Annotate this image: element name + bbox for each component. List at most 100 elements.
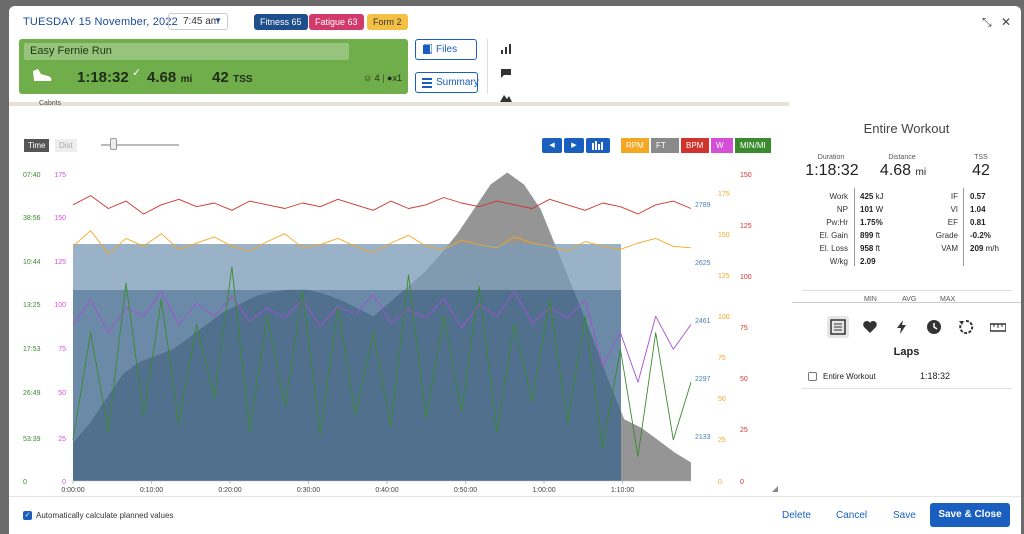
- fatigue-badge: Fatigue 63: [309, 14, 364, 30]
- kpi-duration-value: 1:18:32: [805, 162, 859, 179]
- resize-handle-icon[interactable]: [772, 486, 778, 492]
- heart-rate-tick-label: 100: [740, 274, 752, 281]
- auto-calc-checkbox[interactable]: ✓: [23, 511, 32, 520]
- pace-tick-label: 53:39: [23, 436, 41, 443]
- save-close-button[interactable]: Save & Close: [930, 503, 1010, 527]
- workout-date: TUESDAY 15 November, 2022: [23, 16, 179, 28]
- metric-row-right: EF 0.81: [792, 218, 1021, 231]
- clock-icon[interactable]: [923, 316, 945, 338]
- time-select[interactable]: 7:45 am ▼: [168, 13, 228, 30]
- window-controls: ⤡ ✕: [976, 15, 1011, 30]
- kpi-tss-value: 42: [972, 162, 990, 179]
- metric-label: W/kg: [829, 257, 848, 266]
- files-button[interactable]: Files: [415, 39, 477, 60]
- kpi-duration-label: Duration: [817, 154, 845, 161]
- workout-title-input[interactable]: Easy Fernie Run: [24, 43, 349, 60]
- metric-value: 0.57: [970, 192, 986, 201]
- check-icon: ✓: [24, 512, 31, 519]
- metric-row-right: VAM 209 m/h: [792, 244, 1021, 257]
- metrics-divider: [854, 188, 855, 266]
- metric-label: IF: [950, 192, 958, 201]
- metric-label: VAM: [941, 244, 958, 253]
- pace-tick-label: 17:53: [23, 346, 41, 353]
- pace-tick-label: 0: [23, 479, 27, 486]
- elevation-tick-label: 2133: [695, 434, 711, 441]
- elevation-tick-label: 2297: [695, 376, 711, 383]
- metric-value: 0.81: [970, 218, 986, 227]
- heart-rate-tick-label: 0: [740, 479, 744, 486]
- lightning-icon[interactable]: [891, 316, 913, 338]
- metric-label: VI: [950, 205, 958, 214]
- cadence-tick-label: 0: [718, 479, 722, 486]
- metric-row-right: IF 0.57: [792, 192, 1021, 205]
- workout-modal: TUESDAY 15 November, 2022 7:45 am ▼ Fitn…: [9, 6, 1021, 534]
- close-icon[interactable]: ✕: [1001, 15, 1011, 29]
- kpi-tss-label: TSS: [974, 154, 988, 161]
- collapse-icon[interactable]: ⤡: [982, 15, 992, 29]
- section-divider: [802, 290, 1012, 291]
- cadence-tick-label: 50: [718, 396, 726, 403]
- metric-value: 2.09: [860, 257, 876, 266]
- cancel-button[interactable]: Cancel: [836, 510, 867, 521]
- pace-tick-label: 13:25: [23, 302, 41, 309]
- cadence-icon[interactable]: [955, 316, 977, 338]
- save-button[interactable]: Save: [893, 510, 916, 521]
- x-tick-label: 0:30:00: [297, 487, 320, 494]
- header-bar: TUESDAY 15 November, 2022 7:45 am ▼ Fitn…: [9, 6, 1021, 102]
- lap-divider: [802, 388, 1012, 389]
- table-icon[interactable]: [827, 316, 849, 338]
- x-tick-label: 0:40:00: [375, 487, 398, 494]
- cadence-tick-label: 75: [718, 355, 726, 362]
- pace-tick-label: 26:49: [23, 390, 41, 397]
- metric-value: 1.04: [970, 205, 986, 214]
- cadence-tick-label: 125: [718, 273, 730, 280]
- heart-icon[interactable]: [859, 316, 881, 338]
- panel-title: Entire Workout: [863, 121, 950, 136]
- distance-stat: 4.68 mi: [147, 69, 193, 86]
- power-tick-label: 25: [58, 436, 66, 443]
- smiley-icon[interactable]: ☺: [363, 73, 372, 83]
- lap-duration: 1:18:32: [920, 371, 951, 381]
- metric-value: 209 m/h: [970, 244, 999, 253]
- heart-rate-tick-label: 75: [740, 325, 748, 332]
- power-tick-label: 50: [58, 390, 66, 397]
- heart-rate-tick-label: 150: [740, 172, 752, 179]
- delete-button[interactable]: Delete: [782, 510, 811, 521]
- metric-label: EF: [947, 218, 958, 227]
- power-tick-label: 175: [54, 172, 66, 179]
- workout-chart[interactable]: 0:00:00 0:10:00 0:20:00 0:30:00 0:40:00 0:50:…: [9, 106, 789, 496]
- metrics-divider: [963, 188, 964, 266]
- summary-button[interactable]: Summary: [415, 72, 479, 93]
- kpi-distance-label: Distance: [888, 154, 916, 161]
- map-label: Cabrits: [39, 100, 62, 107]
- form-badge: Form 2: [367, 14, 408, 30]
- metric-row-right: VI 1.04: [792, 205, 1021, 218]
- fitness-badge: Fitness 65: [254, 14, 308, 30]
- x-tick-label: 1:00:00: [532, 487, 555, 494]
- bar-chart-icon[interactable]: [500, 44, 512, 54]
- cadence-tick-label: 100: [718, 314, 730, 321]
- x-tick-label: 0:20:00: [218, 487, 241, 494]
- metric-row-right: Grade -0.2%: [792, 231, 1021, 244]
- heart-rate-tick-label: 25: [740, 427, 748, 434]
- x-tick-label: 0:10:00: [140, 487, 163, 494]
- elevation-tick-label: 2461: [695, 318, 711, 325]
- metric-label: Grade: [935, 231, 958, 240]
- elevation-icon[interactable]: [500, 92, 512, 102]
- selection-band-lower: [73, 290, 621, 481]
- selection-band-top: [73, 244, 621, 290]
- feel-and-comments: ☺ 4 | ●x1: [362, 73, 402, 83]
- section-divider: [792, 302, 1021, 303]
- list-icon: [422, 78, 432, 88]
- lap-checkbox[interactable]: [808, 372, 817, 381]
- laps-title: Laps: [893, 346, 920, 358]
- ruler-icon[interactable]: [987, 316, 1009, 338]
- stats-panel: Entire Workout Duration 1:18:32 Distance…: [792, 106, 1021, 496]
- power-tick-label: 100: [54, 302, 66, 309]
- x-tick-label: 0:50:00: [454, 487, 477, 494]
- pace-tick-label: 07:40: [23, 172, 41, 179]
- comment-icon[interactable]: [500, 68, 512, 78]
- footer-bar: ✓ Automatically calculate planned values…: [9, 496, 1021, 534]
- header-divider: [487, 39, 488, 94]
- workout-summary-card: Easy Fernie Run 1:18:32 ✓ 4.68 mi 42 TSS…: [19, 39, 408, 94]
